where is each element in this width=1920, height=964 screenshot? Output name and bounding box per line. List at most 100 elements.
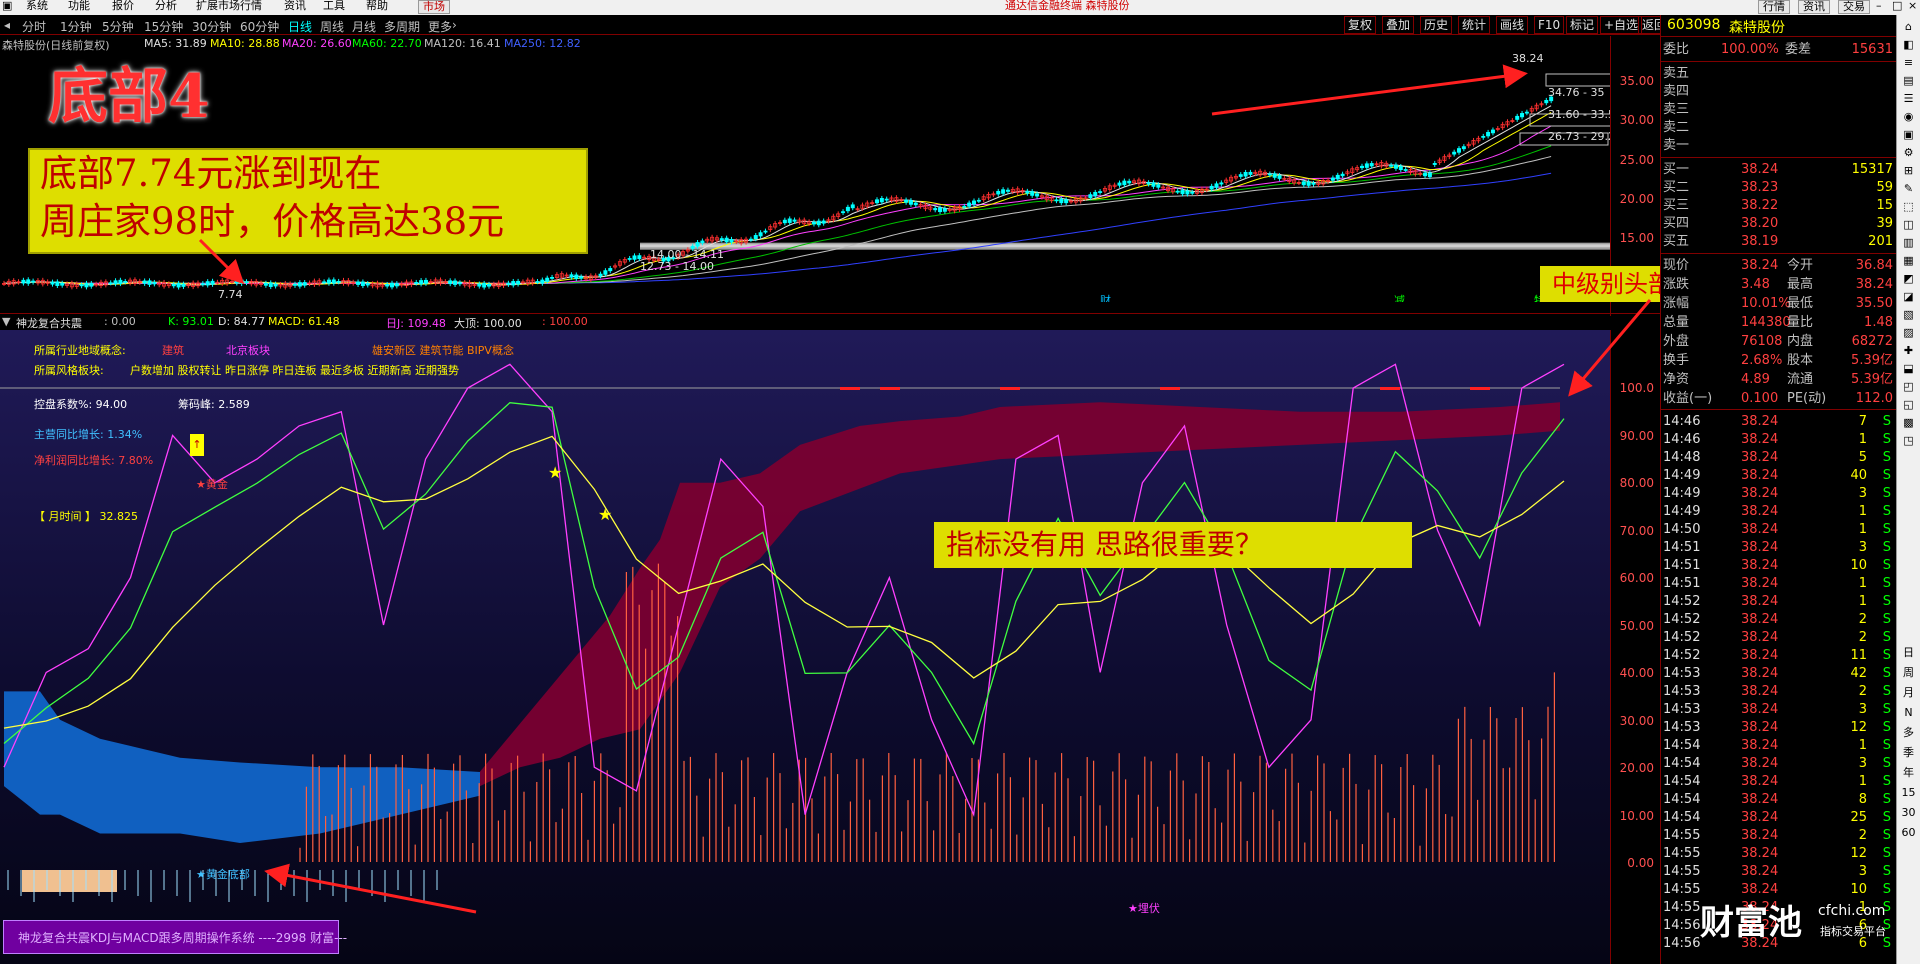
menu-function[interactable]: 功能 <box>68 0 90 11</box>
ambush-signal: ★埋伏 <box>1128 902 1160 915</box>
toolbar-icon[interactable]: ◳ <box>1901 433 1916 448</box>
period-shortcut[interactable]: 月 <box>1901 685 1916 700</box>
candle-body <box>1452 151 1457 155</box>
tool-button[interactable]: 标记 <box>1566 16 1599 34</box>
period-shortcut[interactable]: 日 <box>1901 645 1916 660</box>
menu-help[interactable]: 帮助 <box>366 0 388 11</box>
toolbar-back-icon[interactable]: ◂ <box>4 18 10 32</box>
period-shortcut[interactable]: 15 <box>1901 785 1916 800</box>
toolbar-icon[interactable]: ⌂ <box>1901 19 1916 34</box>
candle-body <box>729 239 734 243</box>
ask-row: 卖五 <box>1661 65 1897 83</box>
period-tab-active[interactable]: 日线 <box>288 18 312 35</box>
toolbar-icon[interactable]: ▥ <box>1901 235 1916 250</box>
toolbar-icon[interactable]: ▣ <box>1901 127 1916 142</box>
tab-trade[interactable]: 交易 <box>1838 0 1870 14</box>
toolbar-icon[interactable]: ▨ <box>1901 325 1916 340</box>
stat-value: 112.0 <box>1855 391 1893 406</box>
candle-body <box>1214 183 1219 188</box>
candle-body <box>55 281 60 286</box>
period-shortcut[interactable]: 多 <box>1901 725 1916 740</box>
period-shortcut[interactable]: 60 <box>1901 825 1916 840</box>
toolbar-icon[interactable]: ◧ <box>1901 37 1916 52</box>
tool-button[interactable]: 统计 <box>1458 16 1491 34</box>
toolbar-icon[interactable]: ≡ <box>1901 55 1916 70</box>
menu-tools[interactable]: 工具 <box>323 0 345 11</box>
ma250-value: MA250: 12.82 <box>504 37 581 50</box>
toolbar-icon[interactable]: ⬓ <box>1901 361 1916 376</box>
period-shortcut[interactable]: 周 <box>1901 665 1916 680</box>
period-tab[interactable]: 60分钟 <box>240 18 279 35</box>
toolbar-icon[interactable]: ✚ <box>1901 343 1916 358</box>
collapse-icon[interactable]: ▼ <box>2 315 10 328</box>
tick-side: S <box>1882 414 1891 429</box>
candle-body <box>700 240 705 244</box>
low-price-label: 7.74 <box>218 288 243 301</box>
period-tab[interactable]: 多周期 <box>384 18 420 35</box>
toolbar-icon[interactable]: ⬚ <box>1901 199 1916 214</box>
indicator-chart[interactable]: ★ ★ 所属行业地域概念: 建筑 北京板块 雄安新区 建筑节能 BIPV概念 所属… <box>0 330 1610 964</box>
tab-quote[interactable]: 行情 <box>1758 0 1790 14</box>
tick-volume: 1 <box>1858 504 1867 519</box>
tab-news[interactable]: 资讯 <box>1798 0 1830 14</box>
menu-news[interactable]: 资讯 <box>284 0 306 11</box>
toolbar-icon[interactable]: ▧ <box>1901 307 1916 322</box>
app-icon[interactable]: ▣ <box>2 0 12 11</box>
maximize-icon[interactable]: □ <box>1892 0 1902 11</box>
period-tab[interactable]: 月线 <box>352 18 376 35</box>
toolbar-icon[interactable]: ⚙ <box>1901 145 1916 160</box>
period-tab[interactable]: 15分钟 <box>144 18 183 35</box>
toolbar-icon[interactable]: ◉ <box>1901 109 1916 124</box>
tick-volume: 11 <box>1850 648 1867 663</box>
menu-system[interactable]: 系统 <box>26 0 48 11</box>
candle-body <box>816 220 821 226</box>
period-shortcut[interactable]: N <box>1901 705 1916 720</box>
candle-body <box>60 282 65 286</box>
menu-analysis[interactable]: 分析 <box>155 0 177 11</box>
toolbar-icon[interactable]: ▤ <box>1901 73 1916 88</box>
tick-time: 14:50 <box>1663 522 1701 537</box>
tool-button[interactable]: 复权 <box>1344 16 1377 34</box>
tool-button[interactable]: +自选 <box>1600 16 1643 34</box>
close-icon[interactable]: × <box>1908 0 1917 11</box>
bid-label: 买二 <box>1663 180 1690 195</box>
indicator-d: D: 84.77 <box>218 315 266 328</box>
market-button[interactable]: 市场 <box>418 0 450 14</box>
period-tab[interactable]: 1分钟 <box>60 18 92 35</box>
toolbar-icon[interactable]: ⊞ <box>1901 163 1916 178</box>
toolbar-icon[interactable]: ☰ <box>1901 91 1916 106</box>
period-shortcut[interactable]: 季 <box>1901 745 1916 760</box>
toolbar-icon[interactable]: ◫ <box>1901 217 1916 232</box>
period-tab[interactable]: 更多 <box>428 18 452 35</box>
toolbar-icon[interactable]: ▦ <box>1901 253 1916 268</box>
toolbar-icon[interactable]: ◱ <box>1901 397 1916 412</box>
candle-body <box>1306 181 1311 186</box>
menu-quote[interactable]: 报价 <box>112 0 134 11</box>
tool-button[interactable]: 叠加 <box>1382 16 1415 34</box>
period-tab[interactable]: 30分钟 <box>192 18 231 35</box>
tick-volume: 1 <box>1858 594 1867 609</box>
candle-body <box>938 207 943 213</box>
tool-button[interactable]: F10 <box>1534 16 1565 34</box>
period-tab[interactable]: 周线 <box>320 18 344 35</box>
tool-button[interactable]: 历史 <box>1420 16 1453 34</box>
stat-value: 5.39亿 <box>1851 353 1893 368</box>
indicator-name[interactable]: 神龙复合共震 <box>16 315 82 331</box>
period-tab[interactable]: 5分钟 <box>102 18 134 35</box>
minimize-icon[interactable]: – <box>1876 0 1882 11</box>
toolbar-icon[interactable]: ◪ <box>1901 289 1916 304</box>
period-tab[interactable]: 分时 <box>22 18 46 35</box>
tick-time: 14:51 <box>1663 540 1701 555</box>
period-shortcut[interactable]: 年 <box>1901 765 1916 780</box>
menu-ext-market[interactable]: 扩展市场行情 <box>196 0 262 11</box>
toolbar-icon[interactable]: ◰ <box>1901 379 1916 394</box>
toolbar-icon[interactable]: ✎ <box>1901 181 1916 196</box>
tool-button[interactable]: 画线 <box>1496 16 1529 34</box>
candle-body <box>118 279 123 285</box>
toolbar-icon[interactable]: ▩ <box>1901 415 1916 430</box>
toolbar-icon[interactable]: ◩ <box>1901 271 1916 286</box>
period-shortcut[interactable]: 30 <box>1901 805 1916 820</box>
more-chevron-icon[interactable]: › <box>452 18 457 32</box>
stat-label: PE(动) <box>1787 391 1827 406</box>
box-label: 31.60 - 33.5 <box>1548 108 1610 121</box>
